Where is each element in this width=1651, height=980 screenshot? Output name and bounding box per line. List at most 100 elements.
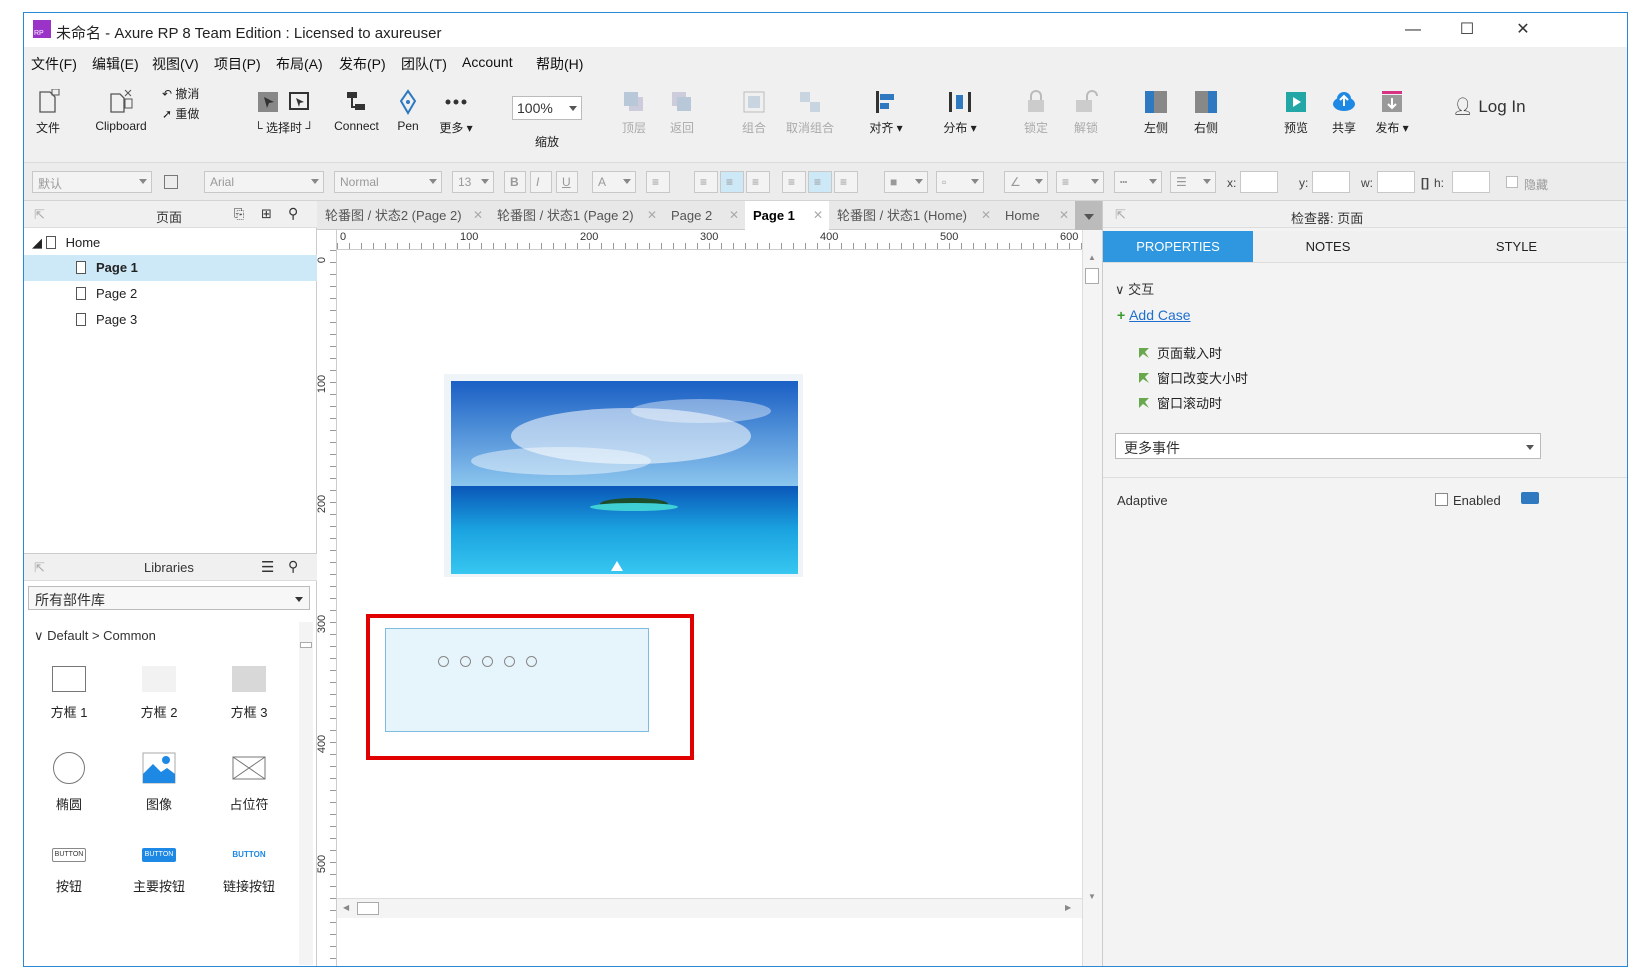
left-panel-button[interactable]: 左侧: [1138, 89, 1174, 136]
group-button[interactable]: 组合: [736, 89, 772, 136]
login-button[interactable]: 👤︎ Log In: [1452, 97, 1526, 117]
valign-bottom-button[interactable]: ≡: [834, 171, 858, 193]
widget-primary-button[interactable]: BUTTON 主要按钮: [114, 848, 204, 895]
menu-edit[interactable]: 编辑(E): [92, 54, 139, 74]
clipboard-button[interactable]: Clipboard: [86, 89, 156, 133]
lock-button[interactable]: 锁定: [1018, 89, 1054, 136]
edit-style-icon[interactable]: [164, 175, 178, 189]
dot-icon[interactable]: [482, 656, 493, 667]
dot-icon[interactable]: [504, 656, 515, 667]
dot-icon[interactable]: [438, 656, 449, 667]
scroll-thumb[interactable]: [357, 902, 379, 915]
more-button[interactable]: 更多 ▾: [436, 89, 476, 136]
bring-to-top-button[interactable]: 顶层: [616, 89, 652, 136]
canvas-horizontal-scrollbar[interactable]: ◀ ▶: [337, 898, 1082, 918]
file-button[interactable]: 文件: [28, 89, 68, 136]
menu-publish[interactable]: 发布(P): [339, 54, 386, 74]
enabled-checkbox[interactable]: [1435, 493, 1448, 506]
tab-carousel-state1-page2[interactable]: 轮番图 / 状态1 (Page 2) ✕: [489, 201, 663, 230]
close-button[interactable]: ✕: [1500, 18, 1546, 42]
share-button[interactable]: 共享: [1326, 89, 1362, 136]
shadow-button[interactable]: ▫: [936, 171, 984, 193]
collapse-icon[interactable]: ⇱: [1115, 207, 1126, 223]
add-folder-icon[interactable]: ⊞: [261, 206, 272, 222]
underline-button[interactable]: U: [556, 171, 578, 193]
preview-button[interactable]: 预览: [1278, 89, 1314, 136]
menu-team[interactable]: 团队(T): [401, 54, 447, 74]
tab-notes[interactable]: NOTES: [1253, 231, 1403, 263]
valign-top-button[interactable]: ≡: [782, 171, 806, 193]
library-select[interactable]: 所有部件库: [28, 586, 310, 610]
expand-triangle-icon[interactable]: ◢: [32, 235, 46, 250]
scroll-left-icon[interactable]: ◀: [343, 903, 349, 912]
lock-ratio-icon[interactable]: []: [1421, 176, 1429, 190]
line-color-button[interactable]: ∠: [1004, 171, 1048, 193]
widget-ellipse[interactable]: 椭圆: [24, 752, 114, 813]
menu-icon[interactable]: ☰: [261, 558, 274, 576]
widget-image[interactable]: 图像: [114, 752, 204, 813]
adaptive-views-icon[interactable]: [1521, 492, 1539, 504]
align-button[interactable]: 对齐 ▾: [866, 89, 906, 136]
select-mode-button[interactable]: └ 选择时 ┘: [244, 89, 324, 136]
minimize-button[interactable]: —: [1390, 18, 1436, 42]
distribute-button[interactable]: 分布 ▾: [940, 89, 980, 136]
close-tab-icon[interactable]: ✕: [647, 201, 657, 230]
pen-button[interactable]: Pen: [390, 89, 426, 133]
publish-button[interactable]: 发布 ▾: [1372, 89, 1412, 136]
hidden-checkbox[interactable]: [1506, 176, 1518, 188]
zoom-select[interactable]: 100%: [512, 96, 582, 120]
tab-home[interactable]: Home ✕: [997, 201, 1075, 230]
italic-button[interactable]: I: [530, 171, 552, 193]
tree-item-home[interactable]: ◢ Home: [24, 230, 317, 256]
line-width-button[interactable]: ≡: [1056, 171, 1104, 193]
menu-account[interactable]: Account: [462, 54, 513, 70]
tab-carousel-state2-page2[interactable]: 轮番图 / 状态2 (Page 2) ✕: [317, 201, 489, 230]
event-window-resize[interactable]: 窗口改变大小时: [1139, 368, 1248, 387]
font-color-button[interactable]: A: [592, 171, 636, 193]
weight-select[interactable]: Normal: [334, 171, 442, 193]
carousel-indicator-panel[interactable]: [385, 628, 649, 732]
menu-file[interactable]: 文件(F): [31, 54, 77, 74]
x-input[interactable]: [1240, 171, 1278, 193]
undo-button[interactable]: ↶ 撤消: [162, 85, 212, 102]
fill-color-button[interactable]: ■: [884, 171, 928, 193]
tab-style[interactable]: STYLE: [1403, 231, 1627, 263]
bold-button[interactable]: B: [504, 171, 526, 193]
menu-view[interactable]: 视图(V): [152, 54, 199, 74]
close-tab-icon[interactable]: ✕: [1059, 201, 1069, 230]
close-tab-icon[interactable]: ✕: [981, 201, 991, 230]
carousel-image-widget[interactable]: [444, 374, 803, 577]
maximize-button[interactable]: ☐: [1444, 18, 1490, 42]
widget-box-1[interactable]: 方框 1: [24, 666, 114, 721]
interactions-section[interactable]: ∨ 交互: [1115, 279, 1154, 298]
scroll-up-icon[interactable]: ▲: [1088, 253, 1096, 262]
close-tab-icon[interactable]: ✕: [813, 201, 823, 230]
close-tab-icon[interactable]: ✕: [729, 201, 739, 230]
close-tab-icon[interactable]: ✕: [473, 201, 483, 230]
tab-page-1[interactable]: Page 1 ✕: [745, 201, 829, 230]
font-select[interactable]: Arial: [204, 171, 324, 193]
align-right-button[interactable]: ≡: [746, 171, 770, 193]
y-input[interactable]: [1312, 171, 1350, 193]
bullets-button[interactable]: ≡: [646, 171, 670, 193]
align-center-button[interactable]: ≡: [720, 171, 744, 193]
library-scrollbar[interactable]: [299, 622, 313, 965]
widget-link-button[interactable]: BUTTON 链接按钮: [204, 848, 294, 895]
redo-button[interactable]: ➚ 重做: [162, 105, 212, 122]
line-style-button[interactable]: ┅: [1114, 171, 1162, 193]
tab-carousel-state1-home[interactable]: 轮番图 / 状态1 (Home) ✕: [829, 201, 997, 230]
valign-middle-button[interactable]: ≡: [808, 171, 832, 193]
search-icon[interactable]: ⚲: [288, 205, 298, 222]
add-case-link[interactable]: + Add Case: [1117, 307, 1191, 323]
event-page-load[interactable]: 页面载入时: [1139, 343, 1222, 362]
canvas-vertical-scrollbar[interactable]: ▲ ▼: [1082, 230, 1102, 966]
tree-item-page-2[interactable]: Page 2: [24, 281, 317, 307]
h-input[interactable]: [1452, 171, 1490, 193]
size-select[interactable]: 13: [452, 171, 494, 193]
tab-overflow-button[interactable]: [1075, 201, 1102, 230]
w-input[interactable]: [1377, 171, 1415, 193]
arrow-style-button[interactable]: ☰: [1170, 171, 1216, 193]
dot-icon[interactable]: [526, 656, 537, 667]
event-window-scroll[interactable]: 窗口滚动时: [1139, 393, 1222, 412]
connect-button[interactable]: Connect: [329, 89, 384, 133]
